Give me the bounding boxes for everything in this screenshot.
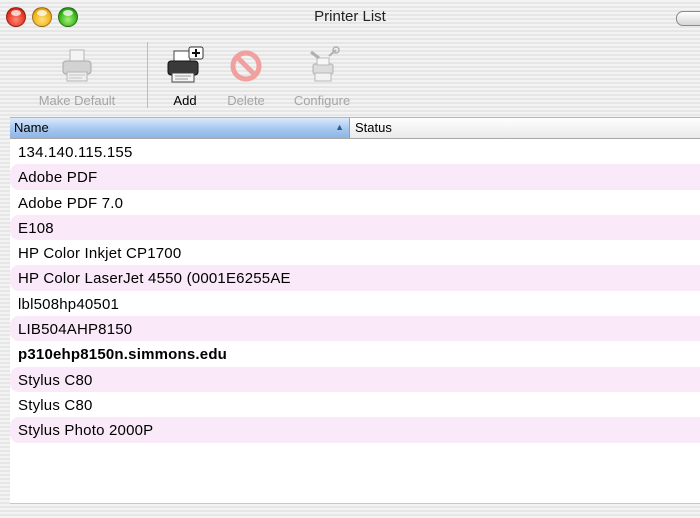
printer-table: Name ▲ Status 134.140.115.155 Adobe PDF Ad… [10, 117, 700, 504]
table-row[interactable]: Adobe PDF [10, 164, 700, 190]
printer-name-cell: Stylus Photo 2000P [18, 422, 154, 440]
table-row[interactable]: LIB504AHP8150 [10, 316, 700, 342]
configure-icon [310, 46, 340, 82]
toolbar: Make Default Add Delete Configure [0, 36, 700, 117]
make-default-label: Make Default [38, 93, 116, 108]
column-header-status-label: Status [355, 120, 392, 135]
printer-icon [62, 49, 92, 82]
delete-label: Delete [227, 93, 265, 108]
add-button[interactable]: Add [160, 36, 210, 116]
printer-name-cell: Adobe PDF [18, 169, 98, 187]
printer-name-cell: HP Color Inkjet CP1700 [18, 245, 182, 263]
table-row[interactable]: p310ehp8150n.simmons.edu [10, 341, 700, 366]
printer-rows: 134.140.115.155 Adobe PDF Adobe PDF 7.0 E10… [10, 139, 700, 443]
add-label: Add [173, 93, 197, 108]
title-bar[interactable]: Printer List [0, 0, 700, 36]
table-row[interactable]: HP Color LaserJet 4550 (0001E6255AE [10, 265, 700, 291]
printer-name-cell: HP Color LaserJet 4550 (0001E6255AE [18, 270, 291, 288]
table-row[interactable]: lbl508hp40501 [10, 291, 700, 316]
table-row[interactable]: Stylus C80 [10, 392, 700, 417]
add-printer-icon [167, 46, 204, 83]
table-row[interactable]: Stylus Photo 2000P [10, 417, 700, 443]
column-header-status[interactable]: Status [350, 118, 700, 138]
sort-ascending-icon: ▲ [335, 122, 344, 132]
window-title: Printer List [314, 8, 386, 25]
printer-name-cell: Stylus C80 [18, 396, 93, 414]
printer-name-cell: lbl508hp40501 [18, 295, 120, 313]
table-row[interactable]: HP Color Inkjet CP1700 [10, 240, 700, 265]
delete-button[interactable]: Delete [220, 36, 272, 116]
printer-name-cell: p310ehp8150n.simmons.edu [18, 346, 228, 364]
toolbar-separator [147, 42, 148, 108]
configure-button[interactable]: Configure [282, 36, 362, 116]
table-row[interactable]: Stylus C80 [10, 366, 700, 392]
printer-name-cell: E108 [18, 219, 54, 237]
toolbar-toggle-button[interactable] [676, 11, 700, 26]
printer-name-cell: 134.140.115.155 [18, 144, 133, 161]
table-row[interactable]: 134.140.115.155 [10, 139, 700, 164]
column-header-name[interactable]: Name ▲ [10, 118, 350, 138]
table-row[interactable]: E108 [10, 214, 700, 241]
column-header-name-label: Name [14, 120, 49, 135]
configure-label: Configure [293, 93, 351, 108]
printer-list-window: Printer List Make Default Add Delete Con… [0, 0, 700, 518]
table-row[interactable]: Adobe PDF 7.0 [10, 190, 700, 215]
make-default-button[interactable]: Make Default [18, 36, 136, 116]
printer-name-cell: Adobe PDF 7.0 [18, 194, 124, 212]
delete-icon [230, 50, 262, 82]
printer-name-cell: Stylus C80 [18, 371, 93, 389]
printer-name-cell: LIB504AHP8150 [18, 321, 133, 339]
table-header: Name ▲ Status [10, 118, 700, 139]
